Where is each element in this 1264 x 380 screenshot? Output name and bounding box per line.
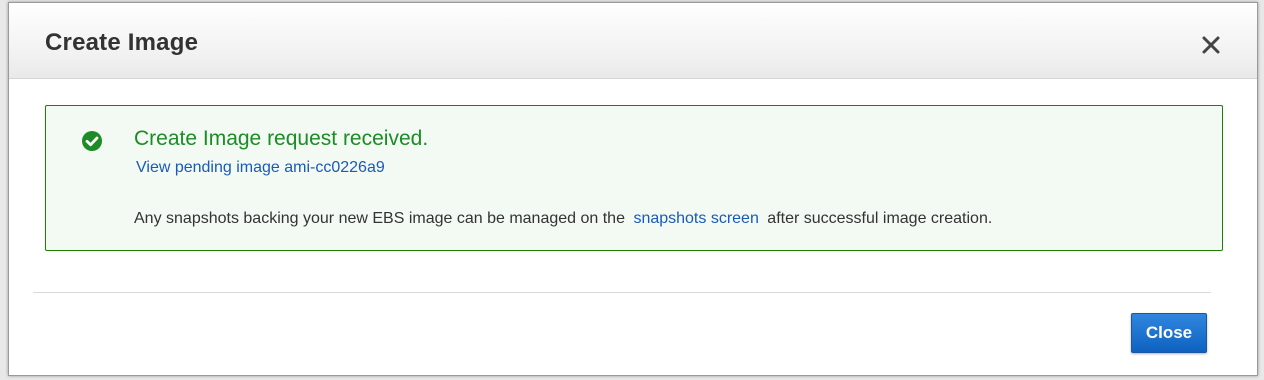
snapshots-screen-link[interactable]: snapshots screen	[633, 210, 758, 227]
check-circle-icon	[81, 130, 103, 152]
footer-divider	[33, 292, 1211, 293]
view-pending-image-link[interactable]: View pending image ami-cc0226a9	[136, 159, 385, 177]
alert-message-after: after successful image creation.	[767, 210, 993, 227]
alert-title: Create Image request received.	[134, 127, 429, 150]
alert-message: Any snapshots backing your new EBS image…	[134, 210, 992, 228]
dialog-title: Create Image	[45, 29, 199, 56]
dialog-header: Create Image	[9, 3, 1257, 79]
success-alert: Create Image request received. View pend…	[45, 105, 1223, 251]
close-button[interactable]: Close	[1131, 313, 1207, 353]
close-icon[interactable]	[1199, 33, 1223, 57]
alert-message-before: Any snapshots backing your new EBS image…	[134, 210, 625, 227]
create-image-dialog: Create Image Create Image request receiv…	[8, 2, 1258, 376]
